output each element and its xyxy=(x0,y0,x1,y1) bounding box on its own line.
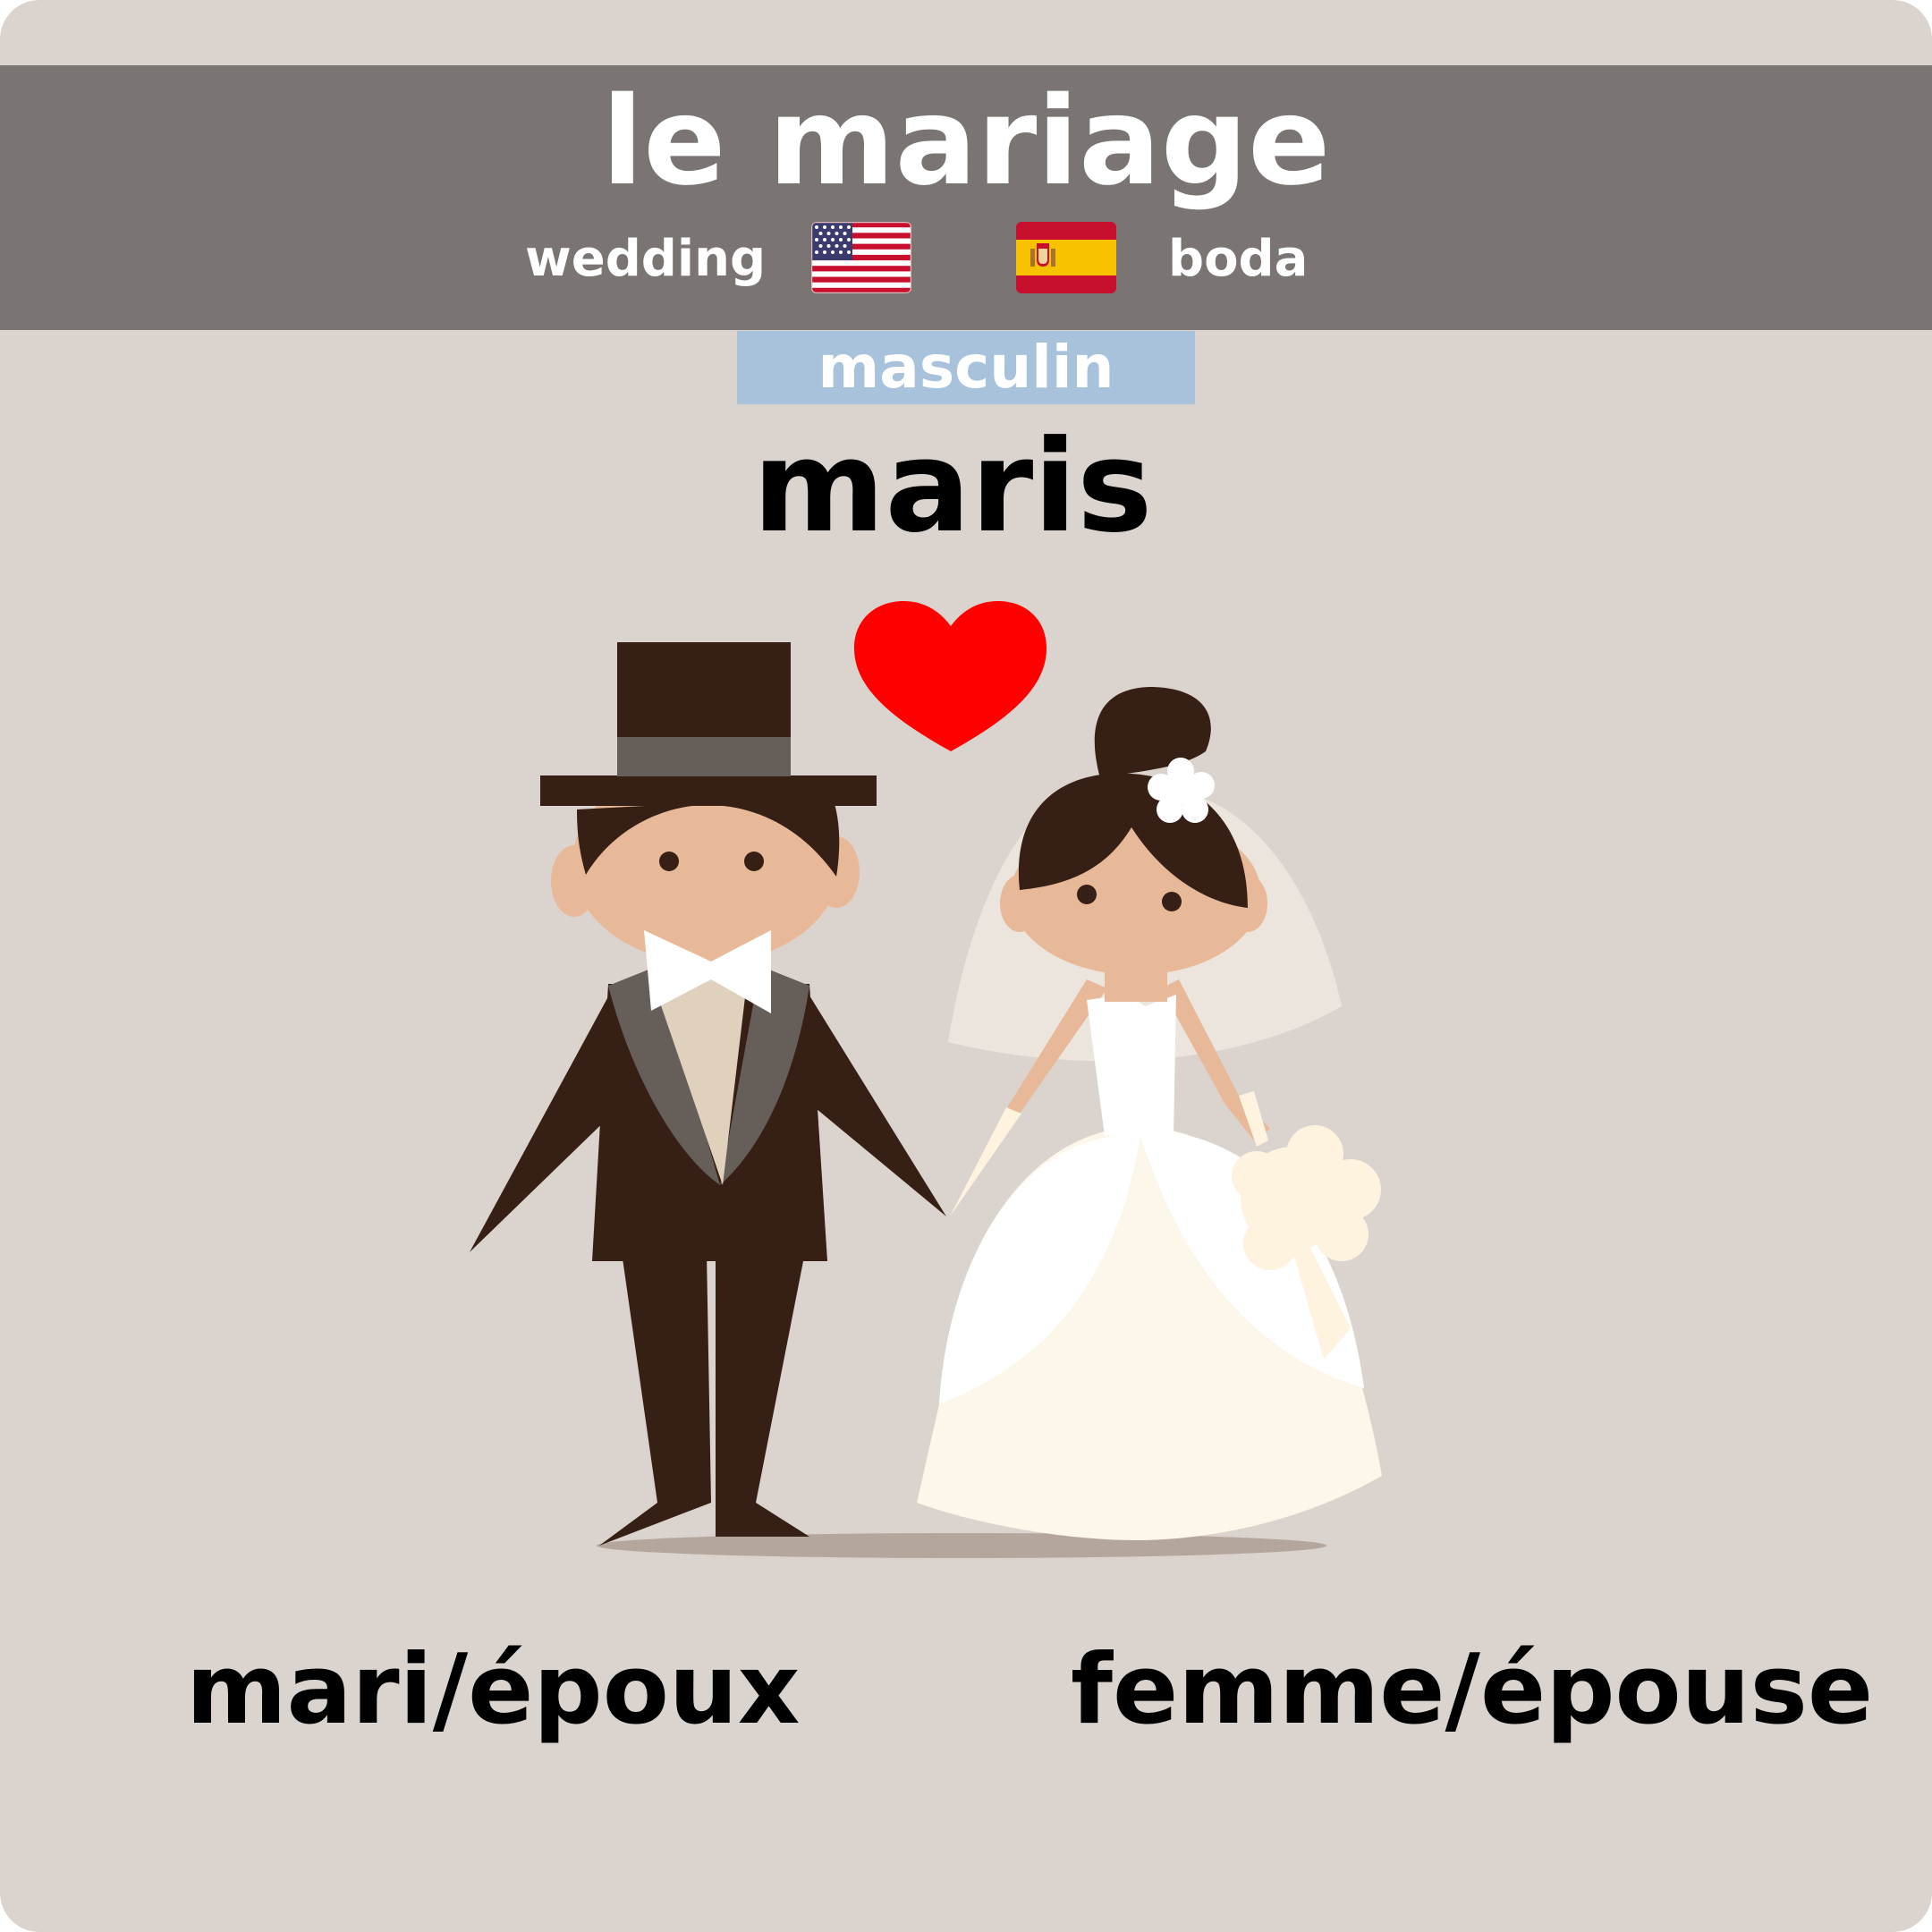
vocabulary-card: le mariage wedding boda masculin maris m… xyxy=(0,0,1932,1932)
label-husband: mari/époux xyxy=(186,1634,801,1746)
label-wife: femme/épouse xyxy=(1071,1634,1874,1746)
bride-figure xyxy=(917,687,1382,1540)
heart-icon xyxy=(854,601,1046,751)
ground-shadow xyxy=(597,1533,1326,1558)
groom-figure xyxy=(470,642,946,1546)
